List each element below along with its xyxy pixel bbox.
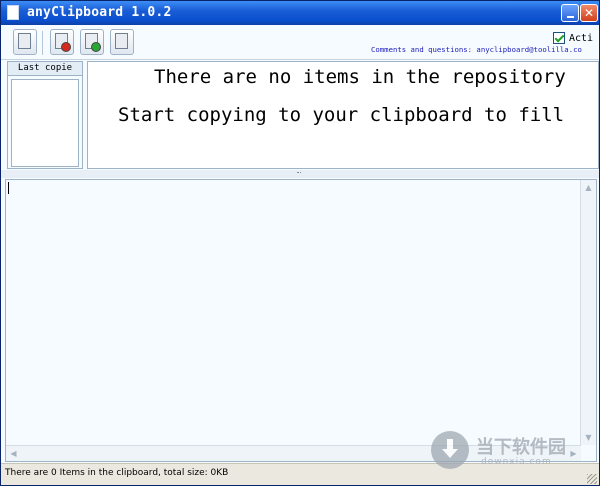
toolbar-separator [42, 31, 43, 55]
delete-icon [61, 42, 71, 52]
active-label: Acti [569, 32, 594, 44]
hint-message: Start copying to your clipboard to fill [118, 104, 565, 126]
last-copied-panel: Last copie [7, 61, 83, 169]
app-icon [7, 5, 19, 20]
minimize-button[interactable] [561, 4, 579, 22]
resize-grip-icon[interactable] [587, 474, 597, 484]
watermark-english: downxia.com [481, 457, 552, 467]
last-copied-list[interactable] [11, 79, 79, 167]
close-icon: ✕ [583, 6, 595, 20]
last-copied-header: Last copie [8, 62, 82, 76]
contact-text: Comments and questions: anyclipboard@too… [371, 45, 582, 54]
clipboard-text-area[interactable]: ▲ ▼ ◀ ▶ [5, 179, 597, 462]
splitter-grip-icon [297, 172, 301, 176]
window-title: anyClipboard 1.0.2 [27, 5, 172, 20]
empty-message: There are no items in the repository [154, 66, 566, 88]
watermark-chinese: 当下软件园 [476, 437, 566, 458]
toolbar [1, 25, 599, 60]
scroll-left-icon[interactable]: ◀ [6, 446, 21, 461]
download-icon [431, 431, 469, 469]
delete-button[interactable] [50, 29, 74, 55]
watermark-logo: 当下软件园 downxia.com [431, 431, 591, 473]
minimize-icon [566, 15, 574, 18]
active-checkbox[interactable] [553, 32, 565, 44]
text-caret [8, 182, 9, 194]
clipboard-icon [18, 33, 31, 49]
close-button[interactable]: ✕ [580, 4, 598, 22]
status-text: There are 0 Items in the clipboard, tota… [5, 468, 229, 478]
refresh-icon [91, 42, 101, 52]
restore-button[interactable] [80, 29, 104, 55]
scroll-up-icon[interactable]: ▲ [581, 180, 596, 195]
clipboard-button[interactable] [13, 29, 37, 55]
vertical-scrollbar[interactable]: ▲ ▼ [580, 180, 596, 445]
active-checkbox-group[interactable]: Acti [553, 31, 593, 45]
app-window: anyClipboard 1.0.2 ✕ Acti Comments and q… [0, 0, 600, 486]
message-panel: There are no items in the repository Sta… [87, 61, 599, 169]
panel-splitter[interactable] [1, 170, 599, 178]
copy-button[interactable] [110, 29, 134, 55]
title-bar[interactable]: anyClipboard 1.0.2 ✕ [1, 1, 599, 25]
document-icon [115, 33, 128, 49]
